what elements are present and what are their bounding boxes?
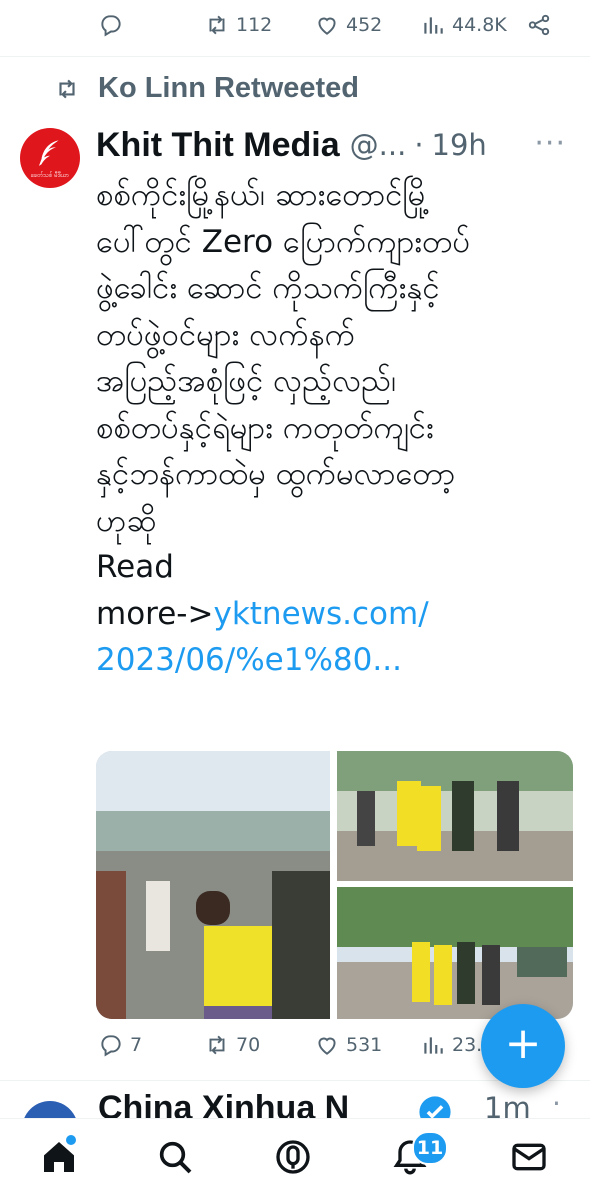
tweet-text: စစ်ကိုင်းမြို့နယ်၊ ဆားတောင်မြို့ ပေါ်တွင… <box>96 172 576 684</box>
retweet-button[interactable]: 70 <box>204 1032 260 1058</box>
tweet-header: Khit Thit Media @... · 19h ··· <box>96 122 576 168</box>
tweet-text-line: ပေါ်တွင် Zero ပြောက်ကျားတပ် <box>96 223 471 260</box>
retweet-count: 112 <box>236 14 273 36</box>
feather-logo-icon <box>38 140 59 166</box>
bottom-navigation: 11 <box>0 1118 590 1201</box>
views-icon <box>424 1037 443 1054</box>
retweet-icon <box>209 15 225 35</box>
tweet-time[interactable]: 19h <box>432 128 487 162</box>
reply-icon <box>101 1035 121 1057</box>
read-word: Read <box>96 549 174 585</box>
tweet-divider <box>0 56 590 57</box>
views-count: 44.8K <box>452 14 507 36</box>
retweet-count: 70 <box>236 1034 261 1056</box>
tweet-media-grid <box>96 751 573 1019</box>
avatar-text: ခေတ်သစ် မီဒီယာ <box>30 172 70 179</box>
reply-count: 7 <box>130 1034 143 1056</box>
views-button[interactable]: 44.8K <box>420 12 507 38</box>
author-name[interactable]: Khit Thit Media <box>96 126 340 165</box>
home-unread-dot <box>66 1135 76 1145</box>
author-avatar[interactable]: ခေတ်သစ် မီဒီယာ <box>20 128 80 188</box>
verified-badge-icon <box>419 1096 451 1118</box>
header-separator: · <box>414 128 424 162</box>
retweet-button[interactable]: 112 <box>204 12 272 38</box>
messages-icon[interactable] <box>509 1137 549 1177</box>
retweet-icon <box>209 1035 225 1055</box>
tweet-text-line: နှင့်ဘန်ကာထဲမှ ထွက်မလာတော့ <box>96 456 456 492</box>
article-link-continued[interactable]: 2023/06/%e1%80... <box>96 637 576 684</box>
like-button[interactable]: 452 <box>314 12 382 38</box>
heart-icon <box>318 1037 336 1055</box>
read-more-line: more->yktnews.com/ <box>96 591 576 638</box>
more-options-button[interactable]: ··· <box>534 126 566 161</box>
article-link[interactable]: yktnews.com/ <box>213 596 428 632</box>
plus-icon: + <box>504 1018 542 1069</box>
reply-button[interactable] <box>98 12 124 38</box>
share-button[interactable] <box>526 12 552 38</box>
tweet-text-line: အပြည့်အစုံဖြင့် လှည့်လည်၊ <box>96 363 397 399</box>
next-tweet-preview[interactable]: China Xinhua N 1m · <box>0 1083 590 1118</box>
search-icon[interactable] <box>155 1137 195 1177</box>
tweet-text-line: တပ်ဖွဲ့ဝင်များ လက်နက် <box>96 316 356 353</box>
tweet-text-line: ဖွဲ့ခေါင်း ဆောင် ကိုသက်ကြီးနှင့် <box>96 270 440 306</box>
like-button[interactable]: 531 <box>314 1032 382 1058</box>
retweeted-by-label: Ko Linn Retweeted <box>98 72 360 104</box>
retweet-icon <box>59 79 75 98</box>
next-tweet-time[interactable]: 1m <box>484 1091 531 1118</box>
next-tweet-author-name[interactable]: China Xinhua N <box>98 1089 349 1118</box>
spaces-icon[interactable] <box>273 1137 313 1177</box>
notifications-badge: 11 <box>412 1131 448 1165</box>
more-arrow: more-> <box>96 595 214 632</box>
tweet-text-line: စစ်တပ်နှင့်ရဲများ ကတုတ်ကျင်း <box>96 409 434 446</box>
media-photo-bottom-right[interactable] <box>337 887 573 1019</box>
reply-button[interactable]: 7 <box>98 1032 142 1058</box>
next-tweet-avatar[interactable] <box>22 1101 78 1118</box>
like-count: 531 <box>346 1034 383 1056</box>
heart-icon <box>318 17 336 35</box>
media-photo-top-right[interactable] <box>337 751 573 881</box>
tweet-text-line: ဟုဆို <box>96 502 157 539</box>
reply-icon <box>101 15 121 37</box>
like-count: 452 <box>346 14 383 36</box>
share-icon <box>528 14 550 36</box>
tweet-text-line: စစ်ကိုင်းမြို့နယ်၊ ဆားတောင်မြို့ <box>96 177 431 213</box>
media-photo-main[interactable] <box>96 751 330 1019</box>
views-icon <box>424 17 443 34</box>
retweeted-by-row[interactable]: Ko Linn Retweeted <box>54 72 359 105</box>
compose-tweet-button[interactable]: + <box>481 1004 565 1088</box>
next-tweet-more-button[interactable]: · <box>552 1087 561 1118</box>
previous-tweet-action-bar: 112 452 44.8K <box>0 0 590 52</box>
author-handle[interactable]: @... <box>350 128 407 162</box>
